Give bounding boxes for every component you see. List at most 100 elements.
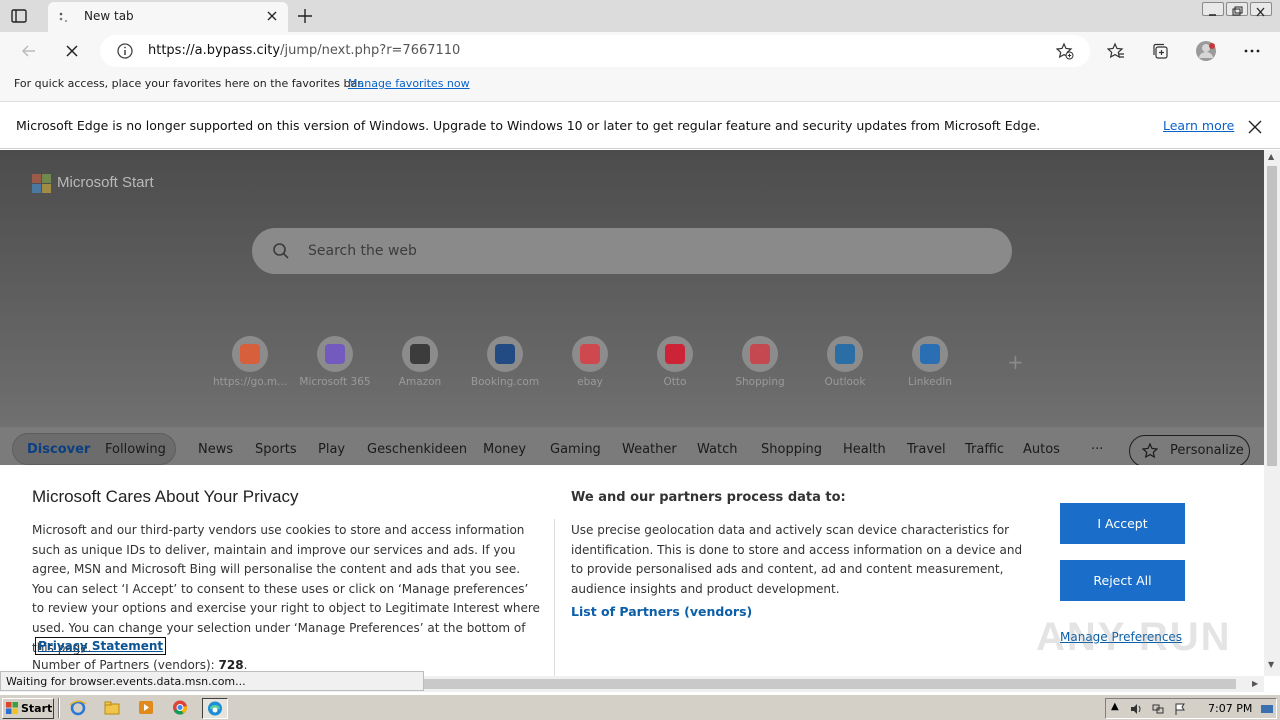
collections-icon[interactable] — [1151, 42, 1169, 60]
url-text[interactable]: https://a.bypass.city/jump/next.php?r=76… — [148, 43, 460, 58]
show-desktop-icon[interactable] — [1260, 703, 1274, 715]
search-input[interactable] — [308, 241, 908, 261]
back-icon[interactable] — [20, 42, 38, 60]
partners-suffix: . — [243, 658, 248, 672]
tab-actions-icon[interactable] — [10, 7, 28, 25]
feed-nav-item[interactable]: Watch — [697, 442, 737, 457]
partners-number: 728 — [218, 658, 244, 672]
feed-nav-item[interactable]: Play — [318, 442, 345, 457]
add-site-icon[interactable]: + — [1007, 350, 1024, 374]
desktop: New tab https://a.bypass.city/jump/next.… — [0, 0, 1280, 720]
close-window-button[interactable] — [1250, 2, 1272, 17]
feed-nav-item[interactable]: Money — [483, 442, 526, 457]
quick-link-tile[interactable]: Booking.com — [465, 336, 545, 396]
url-path: /jump/next.php?r=7667110 — [280, 43, 461, 58]
quick-link-tile[interactable]: Outlook — [805, 336, 885, 396]
scroll-up-icon[interactable]: ▲ — [1268, 152, 1274, 161]
tile-glyph — [240, 344, 260, 364]
tile-glyph — [835, 344, 855, 364]
start-page: Microsoft Start https://go.m... Microsoft… — [0, 150, 1264, 676]
web-search-box[interactable] — [252, 228, 1012, 274]
scroll-down-icon[interactable]: ▼ — [1268, 660, 1274, 669]
minimize-button[interactable] — [1202, 2, 1224, 16]
unsupported-os-infobar: Microsoft Edge is no longer supported on… — [0, 103, 1280, 149]
feed-nav-item[interactable]: Travel — [907, 442, 946, 457]
new-tab-icon[interactable] — [296, 7, 314, 25]
more-menu-icon[interactable] — [1243, 42, 1261, 60]
personalize-button[interactable]: Personalize — [1129, 435, 1250, 467]
tab-new-tab[interactable]: New tab — [48, 2, 288, 32]
feed-nav-item[interactable]: Autos — [1023, 442, 1060, 457]
feed-nav-item[interactable]: Sports — [255, 442, 297, 457]
restore-button[interactable] — [1226, 2, 1248, 16]
ebay-icon — [572, 336, 608, 372]
profile-avatar-icon[interactable] — [1195, 40, 1217, 62]
tile-glyph — [325, 344, 345, 364]
search-icon — [273, 243, 289, 259]
feed-nav-item[interactable]: Discover — [27, 442, 90, 457]
feed-nav-item[interactable]: Gaming — [550, 442, 601, 457]
close-tab-icon[interactable] — [266, 10, 278, 22]
list-of-partners-link[interactable]: List of Partners (vendors) — [571, 604, 752, 619]
tile-label: ebay — [577, 376, 603, 388]
ie-taskbar-icon[interactable] — [66, 698, 92, 719]
windows-taskbar: Start ▲ 7:07 PM — [0, 694, 1280, 720]
quick-link-tile[interactable]: ebay — [550, 336, 630, 396]
shopping-bag-icon — [742, 336, 778, 372]
outlook-icon — [827, 336, 863, 372]
url-host: https://a.bypass.city — [148, 43, 281, 58]
quick-link-tile[interactable]: Microsoft 365 — [295, 336, 375, 396]
address-bar[interactable]: https://a.bypass.city/jump/next.php?r=76… — [100, 35, 1090, 67]
site-info-icon[interactable] — [116, 42, 134, 60]
feed-nav-item[interactable]: Health — [843, 442, 886, 457]
status-bar: Waiting for browser.events.data.msn.com.… — [0, 671, 424, 691]
tab-title: New tab — [84, 9, 134, 23]
feed-nav-item[interactable]: Shopping — [761, 442, 822, 457]
quick-link-tile[interactable]: Amazon — [380, 336, 460, 396]
add-favorite-icon[interactable] — [1056, 42, 1074, 60]
privacy-statement-link[interactable]: Privacy Statement — [35, 637, 167, 655]
tile-glyph — [920, 344, 940, 364]
infobar-message: Microsoft Edge is no longer supported on… — [16, 118, 1041, 133]
feed-nav-item[interactable]: Following — [105, 442, 166, 457]
quick-link-tile[interactable]: Shopping — [720, 336, 800, 396]
learn-more-link[interactable]: Learn more — [1163, 118, 1234, 133]
explorer-taskbar-icon[interactable] — [100, 698, 126, 719]
scrollbar-thumb[interactable] — [1267, 166, 1277, 466]
edge-taskbar-icon[interactable] — [202, 698, 228, 719]
quick-link-tile[interactable]: LinkedIn — [890, 336, 970, 396]
personalize-icon — [1142, 443, 1158, 459]
start-button[interactable]: Start — [2, 698, 54, 719]
feed-nav-item[interactable]: Geschenkideen — [367, 442, 467, 457]
accept-button[interactable]: I Accept — [1060, 503, 1185, 544]
vertical-scrollbar[interactable]: ▲ ▼ — [1264, 150, 1280, 676]
reject-all-button[interactable]: Reject All — [1060, 560, 1185, 601]
quick-link-tile[interactable]: Otto — [635, 336, 715, 396]
volume-icon[interactable] — [1130, 703, 1142, 715]
network-icon[interactable] — [1152, 703, 1164, 715]
scroll-right-icon[interactable]: ▶ — [1252, 679, 1258, 688]
feed-nav-item[interactable]: Traffic — [965, 442, 1004, 457]
taskbar-clock: 7:07 PM — [1208, 702, 1253, 715]
quick-link-tile[interactable]: https://go.m... — [210, 336, 290, 396]
favorites-icon[interactable] — [1107, 42, 1125, 60]
booking-icon — [487, 336, 523, 372]
tile-label: Microsoft 365 — [299, 376, 371, 388]
partners-count: Number of Partners (vendors): 728. — [32, 658, 247, 672]
linkedin-icon — [912, 336, 948, 372]
tile-label: Shopping — [735, 376, 785, 388]
tile-label: Booking.com — [470, 376, 540, 388]
purpose-heading: We and our partners process data to: — [571, 490, 846, 505]
feed-nav-item[interactable]: News — [198, 442, 233, 457]
media-player-taskbar-icon[interactable] — [134, 698, 160, 719]
show-hidden-icons-icon[interactable]: ▲ — [1111, 701, 1123, 713]
manage-favorites-link[interactable]: Manage favorites now — [348, 77, 470, 90]
feed-more-icon[interactable]: ··· — [1091, 442, 1103, 457]
tile-glyph — [495, 344, 515, 364]
stop-loading-icon[interactable] — [63, 42, 81, 60]
feed-nav-item[interactable]: Weather — [622, 442, 677, 457]
system-tray: ▲ 7:07 PM — [1105, 698, 1277, 719]
action-center-flag-icon[interactable] — [1174, 703, 1186, 715]
chrome-taskbar-icon[interactable] — [168, 698, 194, 719]
close-infobar-icon[interactable] — [1248, 120, 1262, 134]
